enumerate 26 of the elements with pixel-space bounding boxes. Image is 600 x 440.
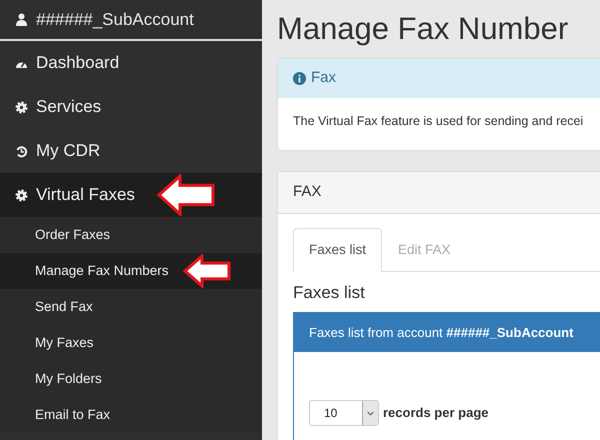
panel-title: Fax [311,68,336,88]
list-header: Faxes list from account ######_SubAccount [294,312,600,352]
nav-item[interactable]: My CDR [0,129,262,173]
panel-title: FAX [278,172,600,214]
history-icon [15,144,28,158]
nav-item[interactable]: Virtual Faxes [0,173,262,217]
page-title: Manage Fax Number [277,12,570,46]
nav-item[interactable]: Dashboard [0,41,262,85]
page-size-label: records per page [383,404,488,422]
info-icon [293,72,306,85]
tab[interactable]: Faxes list [293,228,382,272]
nav-subitem[interactable]: Manage Fax Numbers [0,253,262,289]
caret-icon [362,401,378,426]
user-icon [15,13,28,26]
user-name: ######_SubAccount [36,8,194,31]
info-text: The Virtual Fax feature is used for sending and recei [292,112,584,130]
nav-item[interactable]: Services [0,85,262,129]
nav-subitem[interactable]: My Folders [0,361,262,397]
nav-subitem[interactable]: Email to Fax [0,397,262,433]
page-size-select[interactable]: 10 [309,400,379,426]
nav-subitem[interactable]: Send Fax [0,289,262,325]
nav-subitem[interactable]: Order Faxes [0,217,262,253]
nav-subitem[interactable]: My Faxes [0,325,262,361]
gear-icon [15,100,28,114]
section-heading: Faxes list [293,282,366,304]
gear-icon [15,188,28,202]
